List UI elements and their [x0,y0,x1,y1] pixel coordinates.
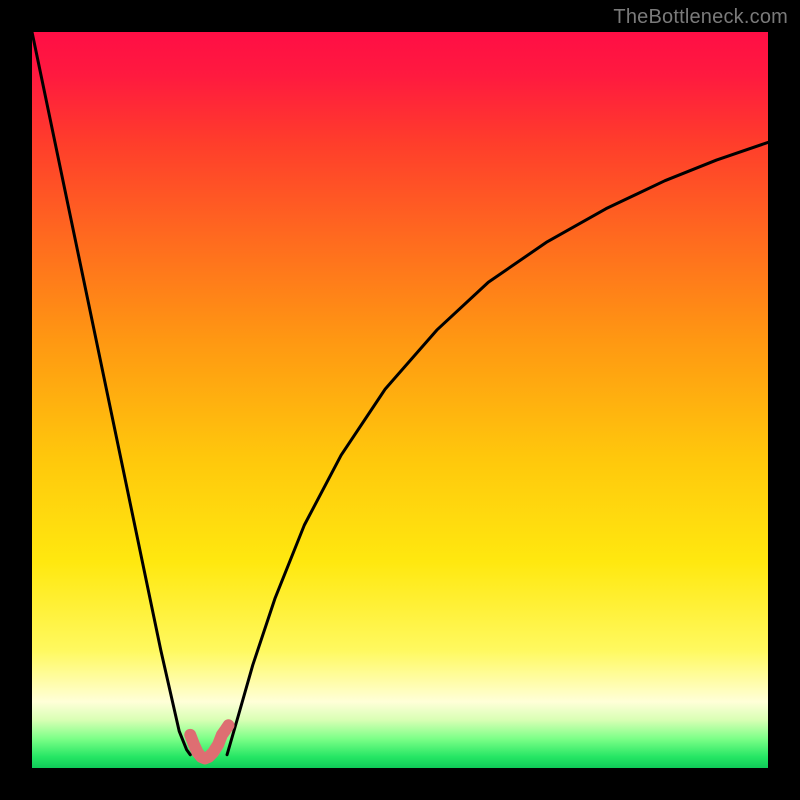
chart-svg [32,32,768,768]
bottleneck-curve-right [227,142,768,754]
bottleneck-curve-left [32,32,190,755]
chart-plot-area [32,32,768,768]
site-watermark: TheBottleneck.com [613,6,788,29]
bottleneck-valley-marker [190,725,228,758]
